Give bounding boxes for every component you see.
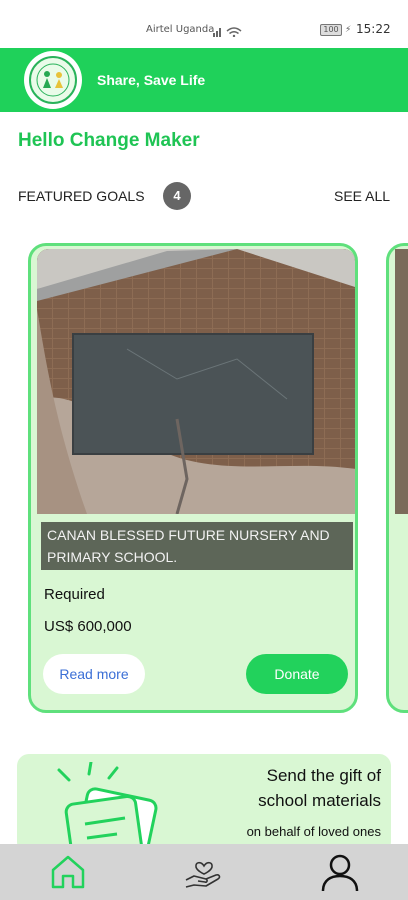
charging-icon: ⚡ [345,25,352,35]
clock: 15:22 [356,22,391,36]
featured-count-badge: 4 [163,182,191,210]
donate-button[interactable]: Donate [246,654,348,694]
donate-hand-heart-icon [185,861,221,888]
goal-card-title: CANAN BLESSED FUTURE NURSERY AND PRIMARY… [41,522,353,570]
status-bar: Airtel Uganda 100 ⚡ 15:22 [0,0,408,48]
signal-wifi-icon [213,24,243,42]
greeting-heading: Hello Change Maker [18,130,200,151]
see-all-link[interactable]: SEE ALL [334,188,390,204]
nav-home[interactable] [48,852,88,892]
nav-profile[interactable] [320,852,360,892]
bottom-navigation [0,844,408,900]
required-amount: US$ 600,000 [44,618,132,635]
nav-donate[interactable] [184,852,224,892]
featured-goals-label: FEATURED GOALS [18,188,145,204]
required-label: Required [44,586,105,603]
goal-card-image [37,249,355,514]
app-logo[interactable] [24,51,82,109]
goal-card-next-image [395,249,408,514]
carrier-name: Airtel Uganda [146,24,215,35]
goal-card-next-peek[interactable] [386,243,408,713]
app-tagline: Share, Save Life [97,72,206,88]
battery-indicator: 100 ⚡ [320,24,351,36]
home-icon [51,855,85,889]
gift-promo-banner[interactable]: Send the gift of school materials on beh… [17,754,391,854]
profile-icon [321,854,359,892]
goal-card[interactable]: CANAN BLESSED FUTURE NURSERY AND PRIMARY… [28,243,358,713]
battery-icon: 100 [320,24,342,36]
promo-line-1: Send the gift of [266,766,381,785]
logo-figures-icon [36,63,70,97]
promo-line-3: on behalf of loved ones [246,824,381,839]
read-more-button[interactable]: Read more [43,654,145,694]
app-header: Share, Save Life [0,48,408,112]
promo-line-2: school materials [258,791,381,810]
gift-card-illustration-icon [57,762,158,854]
